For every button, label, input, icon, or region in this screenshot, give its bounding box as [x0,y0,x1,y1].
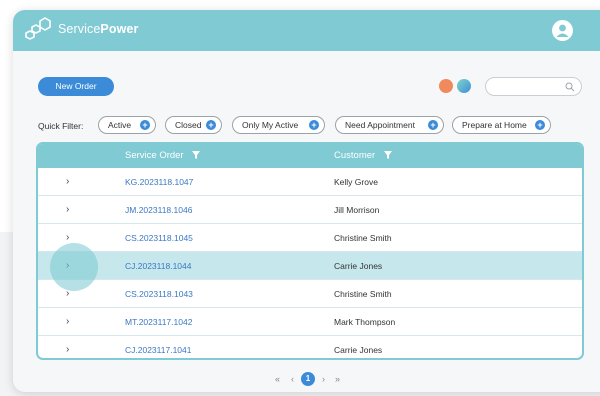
customer-name: Christine Smith [334,233,392,243]
customer-name: Carrie Jones [334,345,383,355]
service-order-link[interactable]: CJ.2023118.1044 [125,261,191,271]
table-row[interactable]: › CS.2023118.1045 Christine Smith [38,224,582,252]
add-icon: + [428,120,438,130]
app-window: ServicePower New Order Quick Filter: Act… [13,10,600,392]
service-order-link[interactable]: MT.2023117.1042 [125,317,192,327]
column-label: Service Order [125,150,184,161]
table-header: Service Order Customer [38,144,582,168]
customer-name: Jill Morrison [334,205,380,215]
chip-label: Active [108,120,132,130]
customer-name: Carrie Jones [334,261,383,271]
search-icon [565,82,575,92]
chevron-right-icon[interactable]: › [66,232,69,243]
top-bar: ServicePower [13,10,600,51]
column-label: Customer [334,150,376,161]
table-row[interactable]: › CS.2023118.1043 Christine Smith [38,280,582,308]
next-page-button[interactable]: › [322,374,325,384]
add-icon: + [140,120,150,130]
quick-filter-label: Quick Filter: [38,121,84,131]
table-row[interactable]: › JM.2023118.1046 Jill Morrison [38,196,582,224]
filter-chip-need-appointment[interactable]: Need Appointment + [335,116,444,134]
chip-label: Prepare at Home [462,120,527,130]
orange-status-icon[interactable] [439,79,453,93]
prev-page-button[interactable]: ‹ [291,374,294,384]
new-order-button[interactable]: New Order [38,77,114,96]
brand-name: ServicePower [58,22,138,36]
customer-name: Christine Smith [334,289,392,299]
chevron-right-icon[interactable]: › [66,204,69,215]
first-page-button[interactable]: « [275,374,280,384]
last-page-button[interactable]: » [335,374,340,384]
service-order-link[interactable]: JM.2023118.1046 [125,205,192,215]
filter-chip-prepare-at-home[interactable]: Prepare at Home + [452,116,551,134]
table-row[interactable]: › KG.2023118.1047 Kelly Grove [38,168,582,196]
click-ripple [50,243,98,291]
search-input[interactable] [485,77,582,96]
logo[interactable]: ServicePower [25,16,138,42]
column-header-customer[interactable]: Customer [334,150,392,161]
customer-name: Kelly Grove [334,177,378,187]
filter-chip-only-my-active[interactable]: Only My Active + [232,116,325,134]
add-icon: + [535,120,545,130]
logo-hexagon-icon [25,17,51,40]
chip-label: Only My Active [242,120,299,130]
service-order-link[interactable]: CJ.2023117.1041 [125,345,191,355]
chip-label: Closed [175,120,202,130]
customer-name: Mark Thompson [334,317,396,327]
brand-bold: Power [100,22,139,36]
brand-light: Service [58,22,101,36]
table-row[interactable]: › CJ.2023117.1041 Carrie Jones [38,336,582,358]
add-icon: + [309,120,319,130]
service-orders-table: Service Order Customer › KG.2023118.1047… [36,142,584,360]
filter-chip-active[interactable]: Active + [98,116,156,134]
chevron-right-icon[interactable]: › [66,344,69,355]
service-order-link[interactable]: CS.2023118.1043 [125,289,193,299]
column-header-service-order[interactable]: Service Order [125,150,201,161]
service-order-link[interactable]: KG.2023118.1047 [125,177,193,187]
add-icon: + [206,120,216,130]
filter-icon[interactable] [192,151,201,159]
filter-chip-closed[interactable]: Closed + [165,116,222,134]
user-avatar-icon[interactable] [552,20,573,41]
table-row[interactable]: › MT.2023117.1042 Mark Thompson [38,308,582,336]
service-order-link[interactable]: CS.2023118.1045 [125,233,193,243]
filter-icon[interactable] [383,151,392,159]
chevron-right-icon[interactable]: › [66,316,69,327]
chevron-right-icon[interactable]: › [66,176,69,187]
blue-status-icon[interactable] [457,79,471,93]
chip-label: Need Appointment [345,120,415,130]
table-row-selected[interactable]: › CJ.2023118.1044 Carrie Jones [38,252,582,280]
screen: ServicePower New Order Quick Filter: Act… [0,0,600,396]
current-page-button[interactable]: 1 [301,372,315,386]
